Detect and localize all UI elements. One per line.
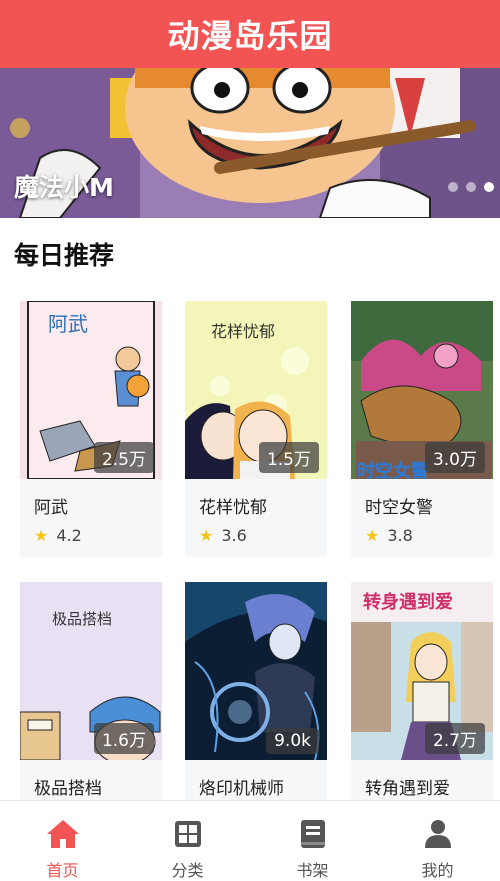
rating-value: 3.8: [387, 526, 413, 545]
rating-value: 3.6: [221, 526, 247, 545]
home-icon: [46, 820, 79, 848]
comic-cover[interactable]: 9.0k: [185, 582, 327, 760]
banner-title: 魔法小M: [14, 173, 114, 202]
comic-cover[interactable]: 时空女警 3.0万: [351, 301, 493, 479]
comic-card[interactable]: 花样忧郁 1.5万 花样忧郁 ★ 3.6: [185, 301, 327, 557]
comic-cover[interactable]: 极品搭档 1.6万: [20, 582, 162, 760]
cover-title-text: 时空女警: [357, 460, 429, 479]
cover-title-text: 花样忧郁: [211, 322, 275, 341]
bottom-tab-bar: 首页 分类 书架 我的: [0, 800, 500, 881]
banner-carousel[interactable]: 魔法小M: [0, 68, 500, 218]
cover-title-text: 阿武: [48, 312, 88, 336]
tab-label: 我的: [421, 861, 454, 880]
comic-card[interactable]: 阿武 2.5万 阿武 ★ 4.2: [20, 301, 162, 557]
tab-home[interactable]: 首页: [0, 801, 125, 881]
comic-title: 花样忧郁: [199, 498, 267, 518]
comic-rating: ★ 3.6: [199, 526, 313, 545]
comic-title: 阿武: [34, 498, 68, 518]
cover-title-text: 转身遇到爱: [363, 591, 453, 613]
app-title: 动漫岛乐园: [167, 17, 333, 55]
comic-cover[interactable]: 阿武 2.5万: [20, 301, 162, 479]
profile-icon: [424, 820, 451, 848]
comic-title: 烙印机械师: [199, 779, 284, 799]
tab-profile[interactable]: 我的: [375, 801, 500, 881]
category-icon: [174, 821, 201, 847]
view-count-badge: 2.5万: [93, 442, 154, 473]
comic-card[interactable]: 时空女警 3.0万 时空女警 ★ 3.8: [351, 301, 493, 557]
section-title: 每日推荐: [14, 241, 115, 270]
view-count-badge: 2.7万: [424, 723, 485, 754]
comic-rating: ★ 4.2: [34, 526, 148, 545]
rating-value: 4.2: [56, 526, 82, 545]
cover-title-text: 极品搭档: [52, 610, 112, 628]
star-icon: ★: [199, 526, 214, 545]
view-count-badge: 1.5万: [258, 442, 319, 473]
comic-info: 阿武 ★ 4.2: [20, 479, 162, 557]
tab-category[interactable]: 分类: [125, 801, 250, 881]
comic-cover[interactable]: 花样忧郁 1.5万: [185, 301, 327, 479]
carousel-dot-active[interactable]: [484, 182, 494, 192]
comic-cover[interactable]: 转身遇到爱 2.7万: [351, 582, 493, 760]
carousel-dot[interactable]: [448, 182, 458, 192]
comic-title: 转角遇到爱: [365, 779, 450, 799]
comic-rating: ★ 3.8: [365, 526, 479, 545]
view-count-badge: 1.6万: [93, 723, 154, 754]
star-icon: ★: [365, 526, 380, 545]
bookshelf-icon: [300, 820, 325, 848]
view-count-badge: 3.0万: [424, 442, 485, 473]
carousel-indicator: [448, 182, 494, 192]
tab-label: 书架: [296, 861, 329, 880]
app-header: 动漫岛乐园: [0, 0, 500, 68]
tab-bookshelf[interactable]: 书架: [250, 801, 375, 881]
comic-title: 极品搭档: [34, 779, 102, 799]
view-count-badge: 9.0k: [266, 728, 319, 754]
comic-info: 时空女警 ★ 3.8: [351, 479, 493, 557]
carousel-dot[interactable]: [466, 182, 476, 192]
comic-info: 花样忧郁 ★ 3.6: [185, 479, 327, 557]
tab-label: 分类: [171, 861, 204, 880]
tab-label: 首页: [46, 861, 79, 880]
comic-title: 时空女警: [365, 498, 433, 518]
star-icon: ★: [34, 526, 49, 545]
